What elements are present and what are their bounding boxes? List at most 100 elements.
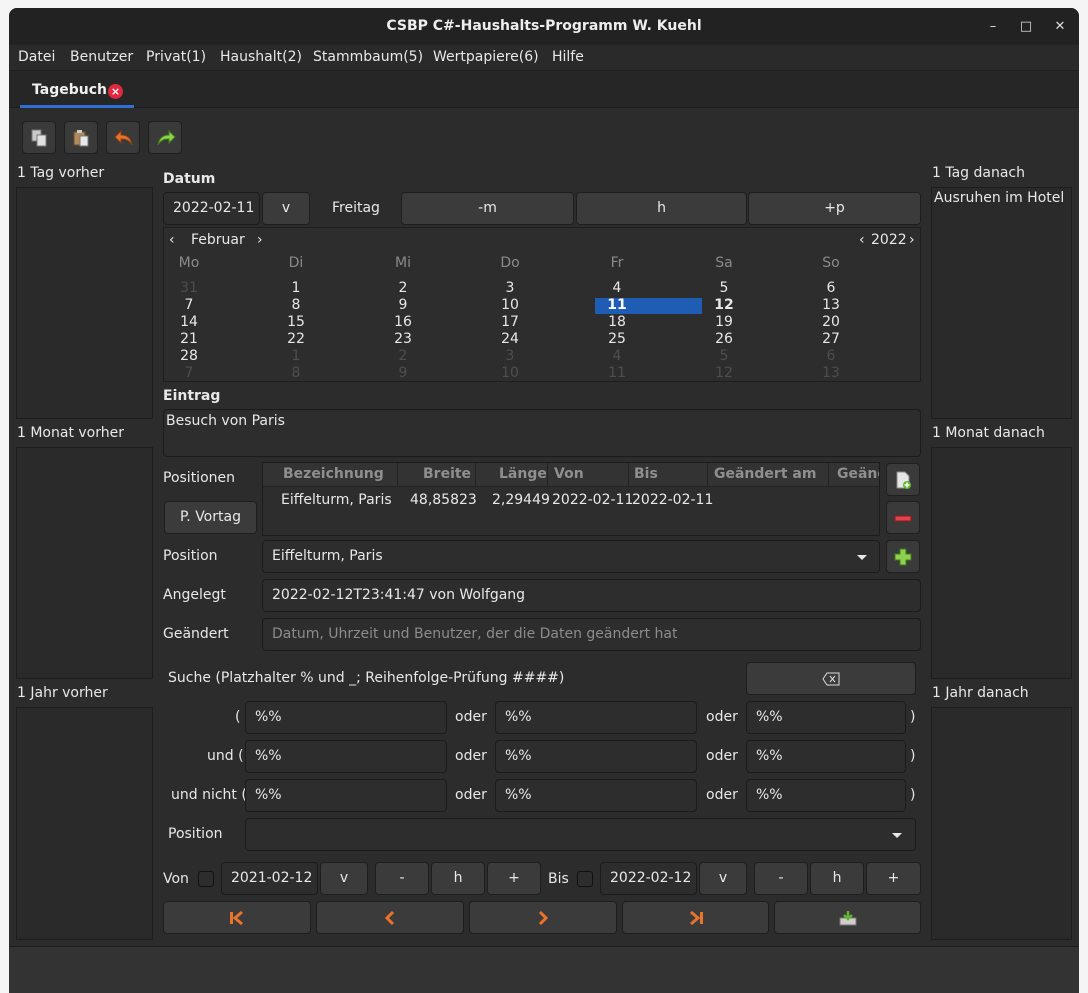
calendar-day[interactable]: 3: [480, 280, 540, 297]
bis-date-field[interactable]: 2022-02-12: [600, 862, 697, 895]
chevron-down-icon[interactable]: [892, 833, 902, 838]
calendar-day[interactable]: 24: [480, 331, 540, 348]
clear-search-button[interactable]: [746, 662, 916, 695]
copy-button[interactable]: [22, 121, 56, 154]
month-after-box[interactable]: [931, 447, 1072, 679]
search-position-combo[interactable]: [245, 818, 916, 851]
calendar-day[interactable]: 10: [480, 365, 540, 382]
search-field-2-3[interactable]: %%: [746, 740, 906, 773]
calendar-day[interactable]: 12: [694, 365, 754, 382]
calendar-day[interactable]: 8: [266, 365, 326, 382]
calendar-day[interactable]: 14: [159, 314, 219, 331]
chevron-down-icon[interactable]: [857, 555, 867, 560]
bis-minus-button[interactable]: -: [754, 862, 808, 895]
remove-position-button[interactable]: [886, 501, 920, 534]
calendar-day[interactable]: 23: [373, 331, 433, 348]
search-field-1-3[interactable]: %%: [746, 701, 906, 734]
von-picker-button[interactable]: v: [320, 862, 368, 895]
calendar-day[interactable]: 28: [159, 348, 219, 365]
menu-stammbaum[interactable]: Stammbaum(5): [313, 49, 423, 65]
maximize-button[interactable]: □: [1015, 16, 1037, 38]
von-checkbox[interactable]: [198, 871, 214, 887]
calendar-month[interactable]: Februar: [191, 232, 245, 248]
von-today-button[interactable]: h: [431, 862, 485, 895]
tab-tagebuch[interactable]: Tagebuch ×: [20, 75, 134, 108]
calendar-day[interactable]: 2: [373, 348, 433, 365]
search-field-2-1[interactable]: %%: [245, 740, 447, 773]
calendar-day[interactable]: 9: [373, 365, 433, 382]
minus-month-button[interactable]: -m: [401, 192, 574, 225]
month-before-box[interactable]: [16, 447, 153, 679]
tab-close-icon[interactable]: ×: [108, 84, 123, 99]
calendar-day[interactable]: 11: [587, 297, 647, 314]
date-picker-button[interactable]: v: [262, 192, 310, 225]
calendar-day[interactable]: 8: [266, 297, 326, 314]
calendar-day[interactable]: 7: [159, 365, 219, 382]
date-field[interactable]: 2022-02-11: [163, 192, 260, 225]
calendar-day[interactable]: 4: [587, 348, 647, 365]
menu-benutzer[interactable]: Benutzer: [70, 49, 133, 65]
changed-field[interactable]: Datum, Uhrzeit und Benutzer, der die Dat…: [262, 618, 921, 651]
calendar-day[interactable]: 21: [159, 331, 219, 348]
bis-picker-button[interactable]: v: [699, 862, 747, 895]
calendar-day[interactable]: 25: [587, 331, 647, 348]
day-after-box[interactable]: Ausruhen im Hotel: [931, 187, 1072, 419]
calendar-day[interactable]: 15: [266, 314, 326, 331]
first-button[interactable]: [163, 901, 311, 934]
col-von[interactable]: Von: [554, 466, 584, 482]
calendar-day[interactable]: 19: [694, 314, 754, 331]
position-combo[interactable]: Eiffelturm, Paris: [262, 540, 880, 573]
calendar-day[interactable]: 27: [801, 331, 861, 348]
last-button[interactable]: [622, 901, 769, 934]
menu-hilfe[interactable]: Hilfe: [552, 49, 584, 65]
col-geaendert[interactable]: Geänd: [837, 466, 879, 482]
calendar-day[interactable]: 17: [480, 314, 540, 331]
calendar-day[interactable]: 11: [587, 365, 647, 382]
calendar-day[interactable]: 3: [480, 348, 540, 365]
entry-text-field[interactable]: Besuch von Paris: [163, 409, 921, 457]
calendar-day[interactable]: 16: [373, 314, 433, 331]
von-date-field[interactable]: 2021-02-12: [221, 862, 318, 895]
bis-today-button[interactable]: h: [810, 862, 864, 895]
search-field-3-2[interactable]: %%: [495, 779, 697, 812]
menu-datei[interactable]: Datei: [18, 49, 55, 65]
col-bezeichnung[interactable]: Bezeichnung: [283, 466, 384, 482]
calendar-day[interactable]: 1: [266, 348, 326, 365]
calendar-day[interactable]: 22: [266, 331, 326, 348]
previous-button[interactable]: [316, 901, 464, 934]
calendar-day[interactable]: 5: [694, 280, 754, 297]
bis-plus-button[interactable]: +: [866, 862, 921, 895]
calendar-day[interactable]: 18: [587, 314, 647, 331]
prev-month-button[interactable]: ‹: [169, 232, 175, 248]
calendar-day[interactable]: 6: [801, 280, 861, 297]
calendar-day[interactable]: 4: [587, 280, 647, 297]
bis-checkbox[interactable]: [577, 871, 593, 887]
positions-table[interactable]: Bezeichnung Breite Länge Von Bis Geänder…: [262, 462, 880, 536]
today-button[interactable]: h: [576, 192, 747, 225]
menu-wertpapiere[interactable]: Wertpapiere(6): [433, 49, 539, 65]
next-button[interactable]: [469, 901, 617, 934]
calendar-year[interactable]: 2022: [871, 232, 907, 248]
col-geaendert-am[interactable]: Geändert am: [714, 466, 816, 482]
search-field-3-3[interactable]: %%: [746, 779, 906, 812]
paste-button[interactable]: [64, 121, 98, 154]
calendar-day[interactable]: 9: [373, 297, 433, 314]
next-year-button[interactable]: ›: [909, 232, 915, 248]
calendar-day[interactable]: 10: [480, 297, 540, 314]
search-field-1-2[interactable]: %%: [495, 701, 697, 734]
year-before-box[interactable]: [16, 707, 153, 940]
prev-year-button[interactable]: ‹: [859, 232, 865, 248]
calendar-day[interactable]: 1: [266, 280, 326, 297]
calendar-day[interactable]: 6: [801, 348, 861, 365]
von-minus-button[interactable]: -: [375, 862, 429, 895]
day-before-box[interactable]: [16, 187, 153, 419]
search-field-3-1[interactable]: %%: [245, 779, 447, 812]
undo-button[interactable]: [106, 121, 140, 154]
close-button[interactable]: ✕: [1049, 16, 1071, 38]
year-after-box[interactable]: [931, 707, 1072, 940]
add-position-plus-button[interactable]: [886, 540, 920, 573]
menu-haushalt[interactable]: Haushalt(2): [220, 49, 302, 65]
add-position-button[interactable]: [886, 463, 920, 496]
vortag-button[interactable]: P. Vortag: [164, 501, 257, 534]
col-laenge[interactable]: Länge: [499, 466, 547, 482]
